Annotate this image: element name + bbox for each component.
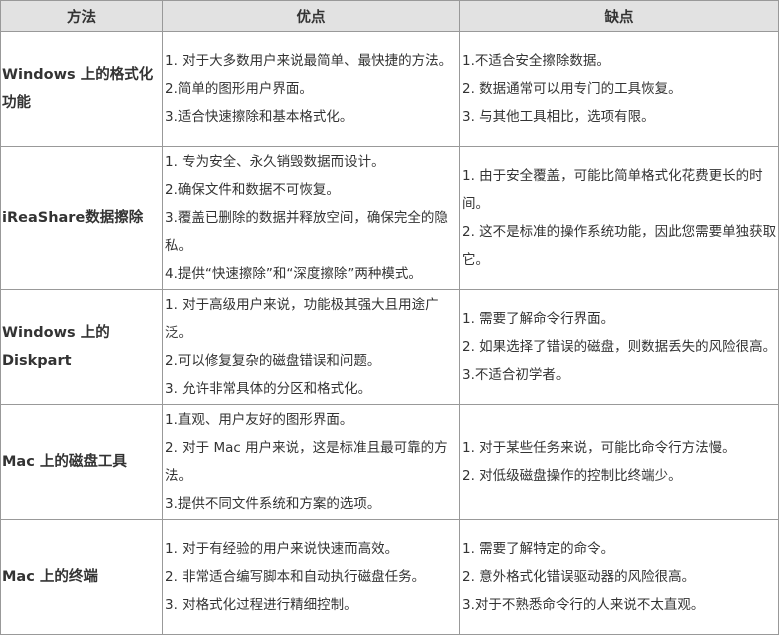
table-row: Mac 上的终端 1. 对于有经验的用户来说快速而高效。 2. 非常适合编写脚本… <box>0 519 779 635</box>
header-method: 方法 <box>0 0 163 32</box>
pros-item: 3.适合快速擦除和基本格式化。 <box>165 109 354 125</box>
method-cell: Windows 上的格式化功能 <box>0 31 163 147</box>
cons-item: 3. 与其他工具相比，选项有限。 <box>462 109 655 125</box>
method-cell: Mac 上的磁盘工具 <box>0 404 163 520</box>
cons-item: 1. 需要了解命令行界面。 <box>462 311 615 327</box>
cons-cell: 1. 由于安全覆盖，可能比简单格式化花费更长的时间。 2. 这不是标准的操作系统… <box>459 146 779 290</box>
pros-item: 1. 专为安全、永久销毁数据而设计。 <box>165 154 385 170</box>
table-row: Windows 上的格式化功能 1. 对于大多数用户来说最简单、最快捷的方法。 … <box>0 31 779 147</box>
pros-cell: 1. 专为安全、永久销毁数据而设计。 2.确保文件和数据不可恢复。 3.覆盖已删… <box>162 146 460 290</box>
pros-item: 2.简单的图形用户界面。 <box>165 81 313 97</box>
table-row: Mac 上的磁盘工具 1.直观、用户友好的图形界面。 2. 对于 Mac 用户来… <box>0 404 779 520</box>
pros-item: 4.提供“快速擦除”和“深度擦除”两种模式。 <box>165 266 422 282</box>
pros-cell: 1. 对于高级用户来说，功能极其强大且用途广泛。 2.可以修复复杂的磁盘错误和问… <box>162 289 460 405</box>
cons-item: 1. 需要了解特定的命令。 <box>462 541 615 557</box>
table-row: Windows 上的 Diskpart 1. 对于高级用户来说，功能极其强大且用… <box>0 289 779 405</box>
pros-item: 2.确保文件和数据不可恢复。 <box>165 182 340 198</box>
cons-cell: 1. 需要了解特定的命令。 2. 意外格式化错误驱动器的风险很高。 3.对于不熟… <box>459 519 779 635</box>
cons-item: 1. 由于安全覆盖，可能比简单格式化花费更长的时间。 <box>462 168 763 212</box>
pros-cell: 1.直观、用户友好的图形界面。 2. 对于 Mac 用户来说，这是标准且最可靠的… <box>162 404 460 520</box>
cons-cell: 1. 需要了解命令行界面。 2. 如果选择了错误的磁盘，则数据丢失的风险很高。 … <box>459 289 779 405</box>
cons-cell: 1. 对于某些任务来说，可能比命令行方法慢。 2. 对低级磁盘操作的控制比终端少… <box>459 404 779 520</box>
header-cons: 缺点 <box>459 0 779 32</box>
cons-item: 3.对于不熟悉命令行的人来说不太直观。 <box>462 597 705 613</box>
pros-item: 3. 对格式化过程进行精细控制。 <box>165 597 358 613</box>
header-row: 方法 优点 缺点 <box>0 0 779 32</box>
pros-item: 3.覆盖已删除的数据并释放空间，确保完全的隐私。 <box>165 210 448 254</box>
pros-item: 2. 非常适合编写脚本和自动执行磁盘任务。 <box>165 569 426 585</box>
pros-item: 2. 对于 Mac 用户来说，这是标准且最可靠的方法。 <box>165 440 448 484</box>
pros-item: 1. 对于有经验的用户来说快速而高效。 <box>165 541 399 557</box>
cons-item: 2. 这不是标准的操作系统功能，因此您需要单独获取它。 <box>462 224 777 268</box>
pros-item: 2.可以修复复杂的磁盘错误和问题。 <box>165 353 381 369</box>
comparison-table: 方法 优点 缺点 Windows 上的格式化功能 1. 对于大多数用户来说最简单… <box>0 0 779 635</box>
cons-item: 2. 如果选择了错误的磁盘，则数据丢失的风险很高。 <box>462 339 777 355</box>
method-cell: Windows 上的 Diskpart <box>0 289 163 405</box>
cons-item: 2. 意外格式化错误驱动器的风险很高。 <box>462 569 696 585</box>
cons-item: 1.不适合安全擦除数据。 <box>462 53 610 69</box>
cons-item: 1. 对于某些任务来说，可能比命令行方法慢。 <box>462 440 736 456</box>
table-row: iReaShare数据擦除 1. 专为安全、永久销毁数据而设计。 2.确保文件和… <box>0 146 779 290</box>
pros-item: 3.提供不同文件系统和方案的选项。 <box>165 496 381 512</box>
cons-cell: 1.不适合安全擦除数据。 2. 数据通常可以用专门的工具恢复。 3. 与其他工具… <box>459 31 779 147</box>
method-cell: iReaShare数据擦除 <box>0 146 163 290</box>
pros-item: 3. 允许非常具体的分区和格式化。 <box>165 381 372 397</box>
pros-cell: 1. 对于大多数用户来说最简单、最快捷的方法。 2.简单的图形用户界面。 3.适… <box>162 31 460 147</box>
cons-item: 2. 对低级磁盘操作的控制比终端少。 <box>462 468 682 484</box>
cons-item: 2. 数据通常可以用专门的工具恢复。 <box>462 81 682 97</box>
pros-cell: 1. 对于有经验的用户来说快速而高效。 2. 非常适合编写脚本和自动执行磁盘任务… <box>162 519 460 635</box>
pros-item: 1. 对于大多数用户来说最简单、最快捷的方法。 <box>165 53 453 69</box>
method-cell: Mac 上的终端 <box>0 519 163 635</box>
cons-item: 3.不适合初学者。 <box>462 367 570 383</box>
pros-item: 1.直观、用户友好的图形界面。 <box>165 412 354 428</box>
pros-item: 1. 对于高级用户来说，功能极其强大且用途广泛。 <box>165 297 439 341</box>
header-pros: 优点 <box>162 0 460 32</box>
